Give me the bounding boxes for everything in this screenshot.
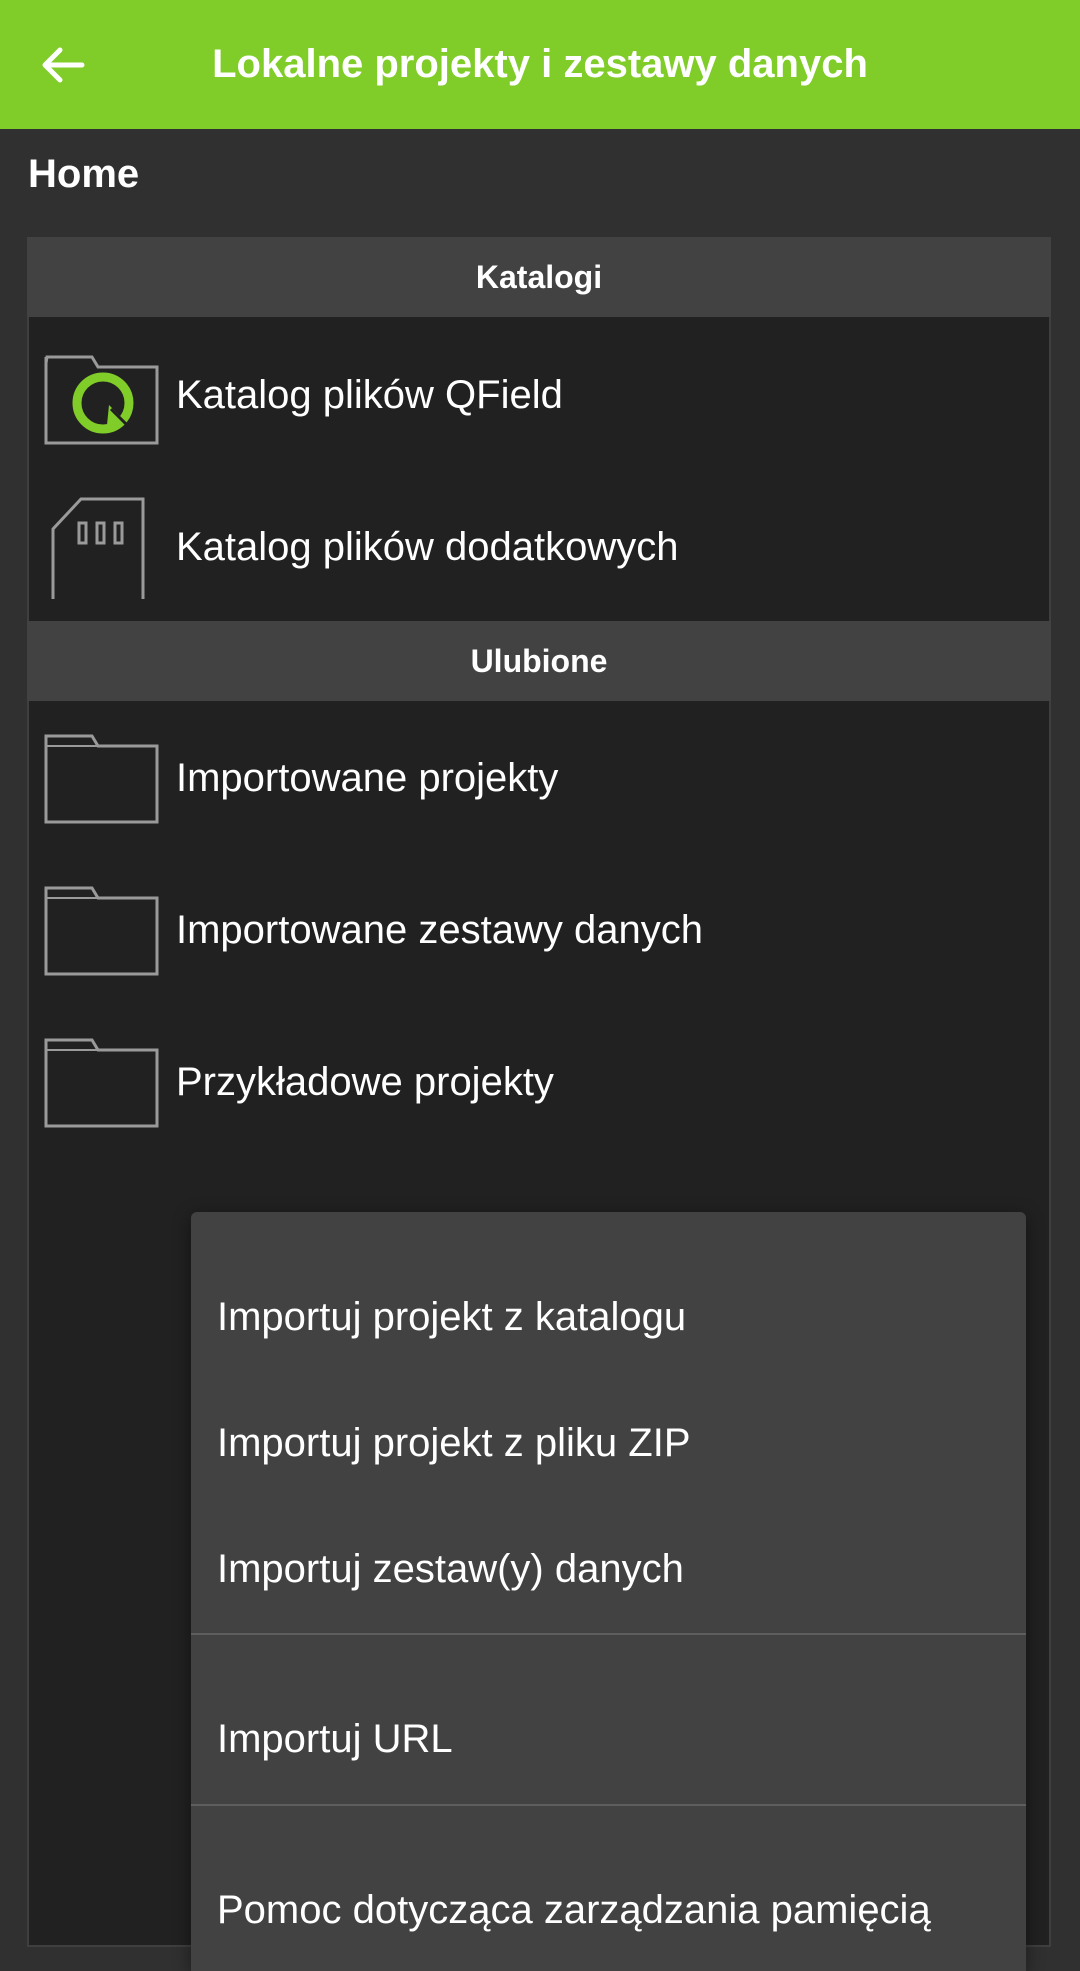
folder-icon (44, 734, 159, 824)
page-title: Lokalne projekty i zestawy danych (212, 42, 868, 86)
qfield-folder-icon (44, 355, 159, 445)
arrow-left-icon (42, 47, 85, 83)
list-item-qfield-directory[interactable]: Katalog plików QField (27, 319, 1051, 471)
top-app-bar: Lokalne projekty i zestawy danych (0, 0, 1080, 129)
menu-divider (191, 1633, 1026, 1635)
list-item-label: Katalog plików QField (176, 372, 563, 417)
section-header-favorites: Ulubione (27, 621, 1051, 701)
list-item-additional-directory[interactable]: Katalog plików dodatkowych (27, 471, 1051, 623)
list-item-label: Katalog plików dodatkowych (176, 524, 679, 569)
list-item-sample-projects[interactable]: Przykładowe projekty (27, 1006, 1051, 1158)
menu-divider (191, 1804, 1026, 1806)
list-item-imported-projects[interactable]: Importowane projekty (27, 702, 1051, 854)
menu-item-import-project-folder[interactable]: Importuj projekt z katalogu (191, 1257, 1026, 1377)
menu-item-import-datasets[interactable]: Importuj zestaw(y) danych (191, 1509, 1026, 1629)
folder-icon (44, 886, 159, 976)
list-item-label: Importowane projekty (176, 755, 559, 800)
sd-card-icon (51, 497, 145, 599)
menu-item-import-project-zip[interactable]: Importuj projekt z pliku ZIP (191, 1383, 1026, 1503)
list-item-label: Przykładowe projekty (176, 1059, 554, 1104)
import-menu: Importuj projekt z katalogu Importuj pro… (191, 1212, 1026, 1971)
back-button[interactable] (28, 30, 98, 100)
menu-item-storage-help[interactable]: Pomoc dotycząca zarządzania pamięcią (191, 1850, 1026, 1970)
list-item-imported-datasets[interactable]: Importowane zestawy danych (27, 854, 1051, 1006)
breadcrumb-home[interactable]: Home (28, 152, 139, 197)
section-header-catalogs: Katalogi (27, 237, 1051, 317)
list-item-label: Importowane zestawy danych (176, 907, 703, 952)
folder-icon (44, 1038, 159, 1128)
menu-item-import-url[interactable]: Importuj URL (191, 1679, 1026, 1799)
